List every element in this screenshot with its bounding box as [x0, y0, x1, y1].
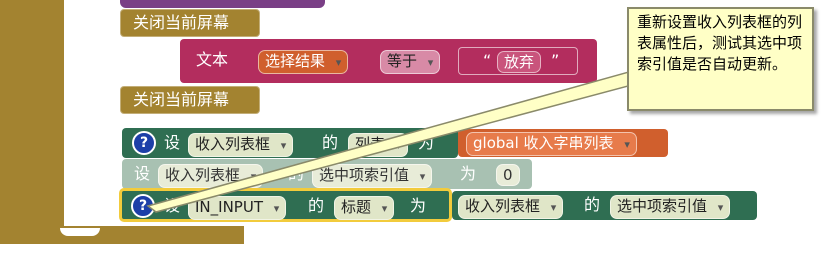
comment-pointer-shape — [146, 59, 690, 213]
comment-bubble[interactable]: 重新设置收入列表框的列表属性后，测试其选中项索引值是否自动更新。 — [627, 7, 814, 111]
comment-text: 重新设置收入列表框的列表属性后，测试其选中项索引值是否自动更新。 — [637, 13, 803, 73]
